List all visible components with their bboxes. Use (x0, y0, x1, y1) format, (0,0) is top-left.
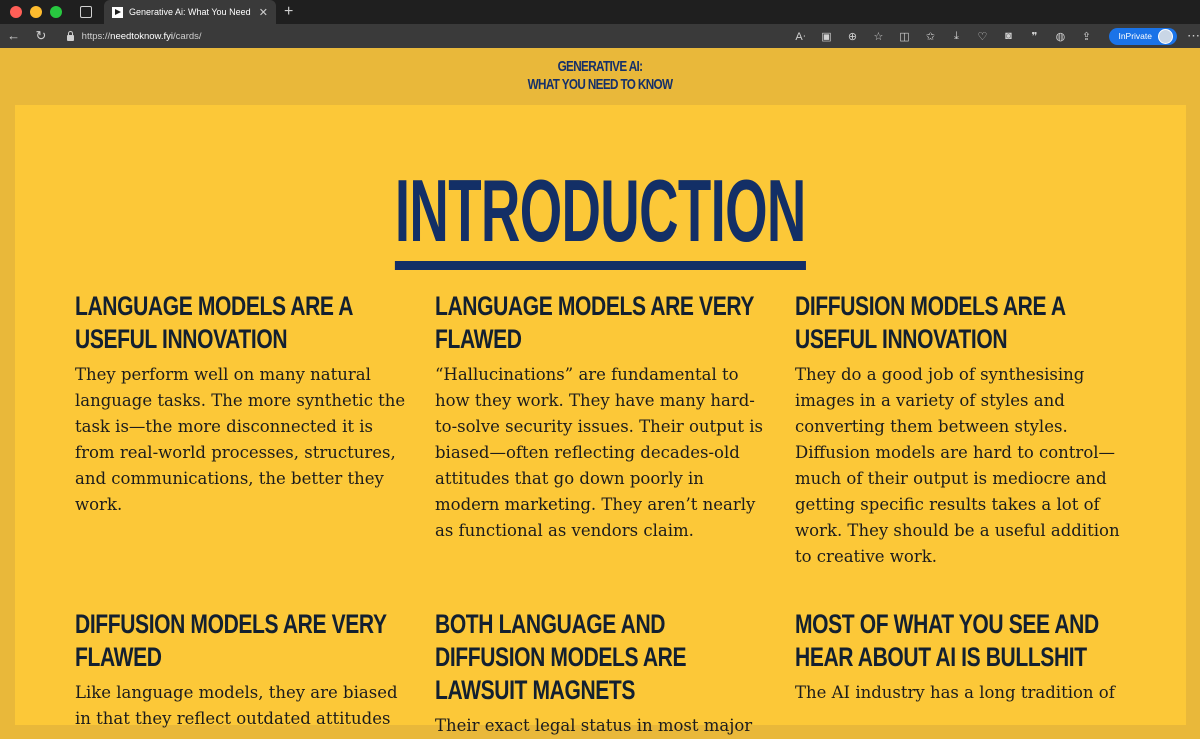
card-item: BOTH LANGUAGE AND DIFFUSION MODELS ARE L… (435, 608, 770, 739)
site-logo[interactable]: GENERATIVE AI: WHAT YOU NEED TO KNOW (132, 48, 1068, 94)
share-icon[interactable]: ⇪ (1073, 30, 1099, 43)
section-title: INTRODUCTION (15, 163, 1186, 270)
card-item: DIFFUSION MODELS ARE VERY FLAWED Like la… (75, 608, 410, 732)
avatar (1158, 28, 1173, 44)
window-controls (10, 6, 62, 18)
card-body: They perform well on many natural langua… (75, 365, 406, 514)
quote-icon[interactable]: ❞ (1021, 30, 1047, 43)
favorites-icon[interactable]: ✩ (917, 30, 943, 43)
split-screen-icon[interactable]: ◫ (891, 30, 917, 43)
card-item: MOST OF WHAT YOU SEE AND HEAR ABOUT AI I… (795, 608, 1130, 706)
card-body: They do a good job of synthesising image… (795, 365, 1120, 566)
card-heading: DIFFUSION MODELS ARE A USEFUL INNOVATION (795, 291, 1065, 354)
browser-essentials-icon[interactable]: ◍ (1047, 30, 1073, 43)
card-heading: LANGUAGE MODELS ARE A USEFUL INNOVATION (75, 291, 353, 354)
site-favicon-icon (112, 6, 123, 18)
card-heading: LANGUAGE MODELS ARE VERY FLAWED (435, 291, 754, 354)
more-menu-icon[interactable]: ⋯ (1187, 28, 1200, 44)
card-item: LANGUAGE MODELS ARE VERY FLAWED “Halluci… (435, 290, 770, 544)
card-item: LANGUAGE MODELS ARE A USEFUL INNOVATION … (75, 290, 410, 518)
back-icon[interactable]: ← (0, 24, 27, 48)
lock-icon (66, 30, 74, 41)
tab-close-icon[interactable]: ✕ (259, 6, 268, 19)
extension-icon[interactable]: ♡ (969, 30, 995, 43)
downloads-icon[interactable]: ⤓ (943, 30, 969, 43)
page: GENERATIVE AI: WHAT YOU NEED TO KNOW INT… (0, 48, 1200, 735)
card-heading: BOTH LANGUAGE AND DIFFUSION MODELS ARE L… (435, 609, 687, 705)
card-body: Like language models, they are biased in… (75, 683, 398, 728)
site-logo-line1: GENERATIVE AI: (557, 58, 643, 75)
card-item: DIFFUSION MODELS ARE A USEFUL INNOVATION… (795, 290, 1130, 570)
card-body: “Hallucinations” are fundamental to how … (435, 365, 763, 540)
close-window-button[interactable] (10, 6, 22, 18)
maximize-window-button[interactable] (50, 6, 62, 18)
site-logo-line2: WHAT YOU NEED TO KNOW (527, 76, 673, 93)
inprivate-button[interactable]: InPrivate (1109, 27, 1177, 45)
url-scheme: https:// (81, 30, 111, 42)
browser-tab-bar: Generative Ai: What You Need ✕ + (0, 0, 1200, 24)
tab-title: Generative Ai: What You Need (129, 7, 251, 17)
read-aloud-icon[interactable]: Aᐧ (787, 30, 813, 43)
card-body: Their exact legal status in most major (435, 716, 753, 735)
url-path: /cards/ (173, 30, 202, 42)
refresh-icon[interactable]: ↻ (27, 24, 54, 48)
card-body: The AI industry has a long tradition of (795, 683, 1115, 702)
card-heading: MOST OF WHAT YOU SEE AND HEAR ABOUT AI I… (795, 609, 1099, 672)
url-host: needtoknow.fyi (110, 30, 174, 42)
tab-actions-icon[interactable] (80, 6, 92, 18)
content-card: INTRODUCTION LANGUAGE MODELS ARE A USEFU… (15, 105, 1186, 735)
card-heading: DIFFUSION MODELS ARE VERY FLAWED (75, 609, 387, 672)
browser-tab[interactable]: Generative Ai: What You Need ✕ (104, 0, 276, 24)
inprivate-label: InPrivate (1118, 31, 1152, 41)
favorite-star-icon[interactable]: ☆ (865, 30, 891, 43)
toolbar-icons: Aᐧ ▣ ⊕ ☆ ◫ ✩ ⤓ ♡ ◙ ❞ ◍ ⇪ (787, 30, 1099, 43)
immersive-reader-icon[interactable]: ▣ (813, 30, 839, 43)
copilot-icon[interactable]: ◙ (995, 30, 1021, 43)
browser-toolbar: ← ↻ https://needtoknow.fyi/cards/ Aᐧ ▣ ⊕… (0, 24, 1200, 48)
address-bar[interactable]: https://needtoknow.fyi/cards/ (61, 26, 764, 46)
new-tab-button[interactable]: + (284, 4, 293, 20)
minimize-window-button[interactable] (30, 6, 42, 18)
zoom-icon[interactable]: ⊕ (839, 30, 865, 43)
